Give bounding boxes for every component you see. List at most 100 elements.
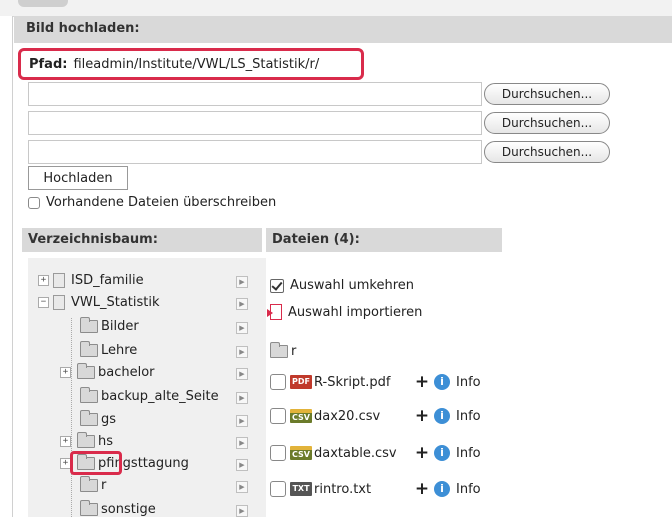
left-edge (0, 16, 13, 517)
browse-button-2[interactable]: Durchsuchen... (484, 112, 610, 134)
tree-item-label[interactable]: r (101, 478, 106, 493)
select-arrow-icon[interactable]: ▶ (236, 368, 248, 380)
tree-item-bachelor[interactable]: + bachelor (60, 362, 155, 382)
info-link[interactable]: Info (456, 446, 481, 461)
tree-item-backup-alte-seite[interactable]: backup_alte_Seite (80, 386, 219, 406)
tree-guide-line (71, 318, 73, 517)
tree-item-label[interactable]: gs (101, 412, 116, 427)
file-name[interactable]: rintro.txt (314, 482, 414, 497)
plus-icon[interactable]: + (414, 406, 430, 426)
select-arrow-icon[interactable]: ▶ (236, 481, 248, 493)
expand-icon[interactable]: + (60, 366, 71, 378)
tree-item-label[interactable]: ISD_familie (71, 273, 144, 288)
folder-icon (80, 409, 98, 426)
overwrite-label: Vorhandene Dateien überschreiben (46, 195, 277, 210)
select-arrow-icon[interactable]: ▶ (236, 392, 248, 404)
select-arrow-icon[interactable]: ▶ (236, 298, 248, 310)
upload-button[interactable]: Hochladen (28, 166, 128, 190)
select-arrow-icon[interactable]: ▶ (236, 505, 248, 517)
import-icon (267, 304, 282, 320)
file-input-3[interactable] (28, 140, 482, 164)
select-arrow-icon[interactable]: ▶ (236, 346, 248, 358)
pdf-file-icon: PDF (290, 375, 312, 389)
tree-heading: Verzeichnisbaum: (22, 228, 262, 252)
expand-icon[interactable]: + (60, 435, 71, 447)
import-selection-action[interactable]: Auswahl importieren (267, 304, 422, 320)
tree-item-r[interactable]: r (80, 475, 106, 495)
info-icon[interactable]: i (434, 408, 450, 424)
tree-item-label[interactable]: Bilder (101, 319, 139, 334)
page-icon (53, 294, 65, 310)
file-row: TXT rintro.txt + i Info (270, 478, 481, 500)
file-checkbox[interactable] (270, 374, 286, 390)
path-display: Pfad: fileadmin/Institute/VWL/LS_Statist… (18, 48, 364, 80)
folder-icon (77, 431, 95, 448)
select-arrow-icon[interactable]: ▶ (236, 437, 248, 449)
info-icon[interactable]: i (434, 445, 450, 461)
folder-icon (80, 499, 98, 516)
tree-item-bilder[interactable]: Bilder (80, 316, 139, 336)
path-label: Pfad: (29, 56, 68, 72)
csv-file-icon: CSV (290, 446, 312, 460)
invert-selection-action[interactable]: Auswahl umkehren (270, 278, 414, 293)
file-name[interactable]: daxtable.csv (314, 446, 414, 461)
folder-icon (80, 475, 98, 492)
tree-item-lehre[interactable]: Lehre (80, 340, 137, 360)
overwrite-checkbox[interactable] (28, 196, 40, 209)
select-arrow-icon[interactable]: ▶ (236, 415, 248, 427)
file-input-2[interactable] (28, 111, 482, 135)
select-arrow-icon[interactable]: ▶ (236, 322, 248, 334)
tree-item-label[interactable]: sonstige (101, 502, 156, 517)
tree-item-isd-familie[interactable]: + ISD_familie (38, 270, 144, 290)
files-heading-text: Dateien (4): (272, 232, 360, 247)
checked-box-icon (270, 278, 284, 293)
tree-item-label[interactable]: backup_alte_Seite (101, 389, 219, 404)
tree-item-label[interactable]: VWL_Statistik (71, 295, 160, 310)
txt-file-icon: TXT (290, 482, 312, 496)
folder-icon (270, 342, 288, 358)
file-checkbox[interactable] (270, 445, 286, 461)
selected-folder-highlight (70, 451, 122, 475)
file-row: CSV dax20.csv + i Info (270, 405, 481, 427)
browse-button-3[interactable]: Durchsuchen... (484, 141, 610, 163)
tree-item-label[interactable]: bachelor (98, 365, 155, 380)
file-name[interactable]: R-Skript.pdf (314, 375, 414, 390)
path-value: fileadmin/Institute/VWL/LS_Statistik/r/ (73, 56, 320, 72)
tree-item-vwl-statistik[interactable]: − VWL_Statistik (38, 292, 160, 312)
file-input-1[interactable] (28, 82, 482, 106)
info-icon[interactable]: i (434, 481, 450, 497)
plus-icon[interactable]: + (414, 443, 430, 463)
file-row: PDF R-Skript.pdf + i Info (270, 371, 481, 393)
info-icon[interactable]: i (434, 374, 450, 390)
panel-header: Bild hochladen: (14, 16, 672, 43)
folder-icon (80, 386, 98, 403)
select-arrow-icon[interactable]: ▶ (236, 459, 248, 471)
browse-button-1[interactable]: Durchsuchen... (484, 83, 610, 105)
file-checkbox[interactable] (270, 481, 286, 497)
window-tab (18, 0, 68, 7)
files-heading: Dateien (4): (266, 228, 502, 252)
expand-icon[interactable]: + (38, 274, 49, 286)
plus-icon[interactable]: + (414, 372, 430, 392)
select-arrow-icon[interactable]: ▶ (236, 276, 248, 288)
invert-selection-label[interactable]: Auswahl umkehren (290, 278, 414, 293)
import-selection-label[interactable]: Auswahl importieren (288, 305, 422, 320)
tree-item-gs[interactable]: gs (80, 409, 116, 429)
collapse-icon[interactable]: − (38, 296, 49, 308)
file-name[interactable]: dax20.csv (314, 409, 414, 424)
tree-item-hs[interactable]: + hs (60, 431, 113, 451)
tree-item-label[interactable]: Lehre (101, 343, 137, 358)
plus-icon[interactable]: + (414, 479, 430, 499)
panel-title: Bild hochladen: (26, 21, 140, 36)
info-link[interactable]: Info (456, 482, 481, 497)
page-icon (53, 272, 65, 288)
info-link[interactable]: Info (456, 375, 481, 390)
file-row: CSV daxtable.csv + i Info (270, 442, 481, 464)
overwrite-option[interactable]: Vorhandene Dateien überschreiben (28, 195, 276, 210)
tree-item-label[interactable]: hs (98, 434, 113, 449)
file-checkbox[interactable] (270, 408, 286, 424)
folder-icon (80, 340, 98, 357)
current-folder: r (270, 342, 296, 359)
tree-item-sonstige[interactable]: sonstige (80, 499, 156, 519)
info-link[interactable]: Info (456, 409, 481, 424)
